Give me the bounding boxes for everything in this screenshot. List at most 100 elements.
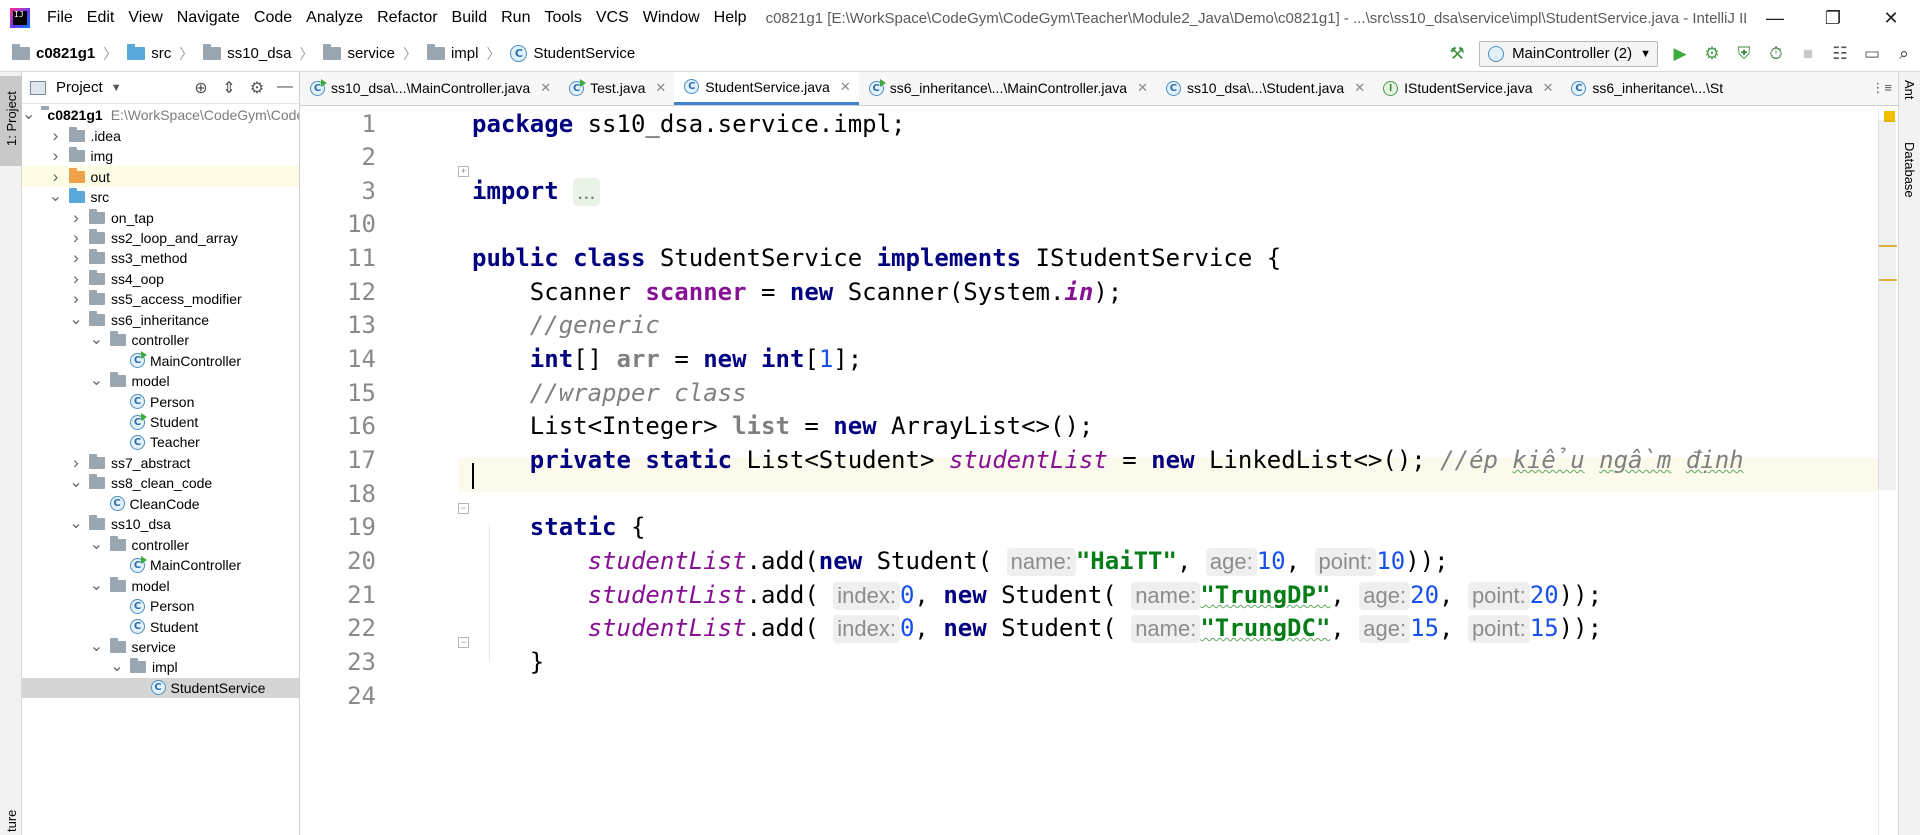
editor-tab[interactable]: C StudentService.java ✕ xyxy=(674,72,859,105)
menu-navigate[interactable]: Navigate xyxy=(170,0,247,36)
structure-tool-label[interactable]: ture xyxy=(4,810,19,832)
hide-icon[interactable]: — xyxy=(271,78,299,98)
breadcrumb-service[interactable]: service 〉 xyxy=(319,44,423,64)
tree-item[interactable]: ⌄ src xyxy=(22,187,299,208)
search-icon[interactable]: ⌕ xyxy=(1888,38,1920,70)
tree-item[interactable]: › img xyxy=(22,146,299,167)
restore-button[interactable]: ❐ xyxy=(1804,0,1862,36)
close-tab-icon[interactable]: ✕ xyxy=(540,80,551,96)
tree-item[interactable]: ⌄ controller xyxy=(22,534,299,555)
breadcrumb-studentservice[interactable]: C StudentService xyxy=(506,45,635,62)
breadcrumb-impl[interactable]: impl 〉 xyxy=(423,44,507,64)
menu-code[interactable]: Code xyxy=(247,0,299,36)
menu-edit[interactable]: Edit xyxy=(80,0,122,36)
folded-imports[interactable]: ... xyxy=(573,178,600,206)
editor-tab[interactable]: Css6_inheritance\...\St xyxy=(1561,72,1731,105)
minimize-button[interactable]: — xyxy=(1746,0,1804,36)
tree-item[interactable]: › on_tap xyxy=(22,207,299,228)
tree-item[interactable]: › out xyxy=(22,166,299,187)
tree-item[interactable]: C StudentService xyxy=(22,677,299,699)
tree-item[interactable]: › ss2_loop_and_array xyxy=(22,228,299,249)
tree-item[interactable]: C MainController xyxy=(22,555,299,576)
tree-item[interactable]: ⌄ ss8_clean_code xyxy=(22,473,299,494)
menu-vcs[interactable]: VCS xyxy=(589,0,636,36)
hammer-icon[interactable]: ⚒ xyxy=(1441,38,1473,70)
menu-run[interactable]: Run xyxy=(494,0,537,36)
stop-icon[interactable]: ■ xyxy=(1792,38,1824,70)
vertical-scrollbar[interactable] xyxy=(1878,120,1896,490)
project-panel-title[interactable]: Project xyxy=(56,79,103,96)
breadcrumb-ss10-dsa[interactable]: ss10_dsa 〉 xyxy=(199,44,319,64)
fold-collapse-icon[interactable]: − xyxy=(458,503,469,514)
tree-item[interactable]: C Student xyxy=(22,616,299,637)
chevron-right-icon[interactable]: › xyxy=(69,228,83,248)
chevron-right-icon[interactable]: › xyxy=(49,167,63,187)
editor-tab[interactable]: C Test.java ✕ xyxy=(559,72,674,105)
menu-build[interactable]: Build xyxy=(445,0,495,36)
editor-tab[interactable]: I IStudentService.java ✕ xyxy=(1373,72,1561,105)
debug-icon[interactable]: ⚙ xyxy=(1696,38,1728,70)
tree-item[interactable]: › ss5_access_modifier xyxy=(22,289,299,310)
tree-item[interactable]: C Student xyxy=(22,412,299,433)
editor-tab[interactable]: Css10_dsa\...\Student.java ✕ xyxy=(1156,72,1373,105)
menu-view[interactable]: View xyxy=(121,0,169,36)
close-tab-icon[interactable]: ✕ xyxy=(1354,80,1365,96)
chevron-right-icon[interactable]: › xyxy=(69,248,83,268)
tree-item[interactable]: C MainController xyxy=(22,350,299,371)
menu-file[interactable]: File xyxy=(40,0,80,36)
tree-item[interactable]: ⌄ ss6_inheritance xyxy=(22,310,299,331)
tree-item[interactable]: C Teacher xyxy=(22,432,299,453)
tree-item[interactable]: ⌄ service xyxy=(22,637,299,658)
chevron-down-icon[interactable]: ⌄ xyxy=(69,475,83,491)
tree-item[interactable]: › ss4_oop xyxy=(22,269,299,290)
tree-item[interactable]: ⌄ ss10_dsa xyxy=(22,514,299,535)
chevron-right-icon[interactable]: › xyxy=(69,289,83,309)
chevron-down-icon[interactable]: ⌄ xyxy=(22,107,35,123)
breadcrumb-project[interactable]: c0821g1 〉 xyxy=(0,44,123,64)
database-tool-tab[interactable]: Database xyxy=(1902,142,1917,198)
collapse-all-icon[interactable]: ⇕ xyxy=(215,78,243,98)
chevron-right-icon[interactable]: › xyxy=(69,269,83,289)
chevron-down-icon[interactable]: ⌄ xyxy=(90,577,104,593)
chevron-down-icon[interactable]: ⌄ xyxy=(90,373,104,389)
chevron-down-icon[interactable]: ⌄ xyxy=(110,659,124,675)
fold-end-icon[interactable]: − xyxy=(458,637,469,648)
gear-icon[interactable]: ⚙ xyxy=(243,78,271,98)
tree-item[interactable]: › .idea xyxy=(22,125,299,146)
editor-tab[interactable]: Css6_inheritance\...\MainController.java… xyxy=(859,72,1156,105)
chevron-down-icon[interactable]: ⌄ xyxy=(90,536,104,552)
close-window-button[interactable]: ✕ xyxy=(1862,0,1920,36)
tree-item[interactable]: ⌄ model xyxy=(22,575,299,596)
chevron-down-icon[interactable]: ▼ xyxy=(111,82,122,94)
breadcrumb-src[interactable]: src 〉 xyxy=(123,44,199,64)
tree-item[interactable]: ⌄ controller xyxy=(22,330,299,351)
close-tab-icon[interactable]: ✕ xyxy=(840,79,851,95)
coverage-icon[interactable]: ⛨ xyxy=(1728,38,1760,70)
profile-icon[interactable]: ⏱ xyxy=(1760,38,1792,70)
tree-item[interactable]: ⌄ impl xyxy=(22,657,299,678)
chevron-down-icon[interactable]: ⌄ xyxy=(90,638,104,654)
tree-item[interactable]: C Person xyxy=(22,391,299,412)
locate-icon[interactable]: ⊕ xyxy=(187,78,215,98)
presentation-icon[interactable]: ▭ xyxy=(1856,38,1888,70)
menu-window[interactable]: Window xyxy=(636,0,707,36)
tree-item[interactable]: ⌄ model xyxy=(22,371,299,392)
close-tab-icon[interactable]: ✕ xyxy=(655,80,666,96)
menu-analyze[interactable]: Analyze xyxy=(299,0,370,36)
fold-expand-icon[interactable]: + xyxy=(458,166,469,177)
code-editor[interactable]: 1 2 3 10 11 12 13 14 15 16 17 18 19 20 21 22 23 24 + − − … xyxy=(300,107,1878,835)
tree-item[interactable]: ⌄ c0821g1 E:\WorkSpace\CodeGym\CodeGym xyxy=(22,105,299,126)
project-structure-icon[interactable]: ☷ xyxy=(1824,38,1856,70)
chevron-right-icon[interactable]: › xyxy=(49,126,63,146)
tree-item[interactable]: C CleanCode xyxy=(22,494,299,515)
chevron-right-icon[interactable]: › xyxy=(69,453,83,473)
run-configuration-select[interactable]: MainController (2) ▼ xyxy=(1479,40,1658,67)
chevron-right-icon[interactable]: › xyxy=(49,146,63,166)
chevron-down-icon[interactable]: ⌄ xyxy=(49,189,63,205)
show-hidden-tabs-icon[interactable]: ⋮≡ xyxy=(1865,72,1898,105)
tree-item[interactable]: C Person xyxy=(22,596,299,617)
menu-tools[interactable]: Tools xyxy=(537,0,588,36)
run-icon[interactable]: ▶ xyxy=(1664,38,1696,70)
menu-refactor[interactable]: Refactor xyxy=(370,0,444,36)
close-tab-icon[interactable]: ✕ xyxy=(1543,80,1554,96)
